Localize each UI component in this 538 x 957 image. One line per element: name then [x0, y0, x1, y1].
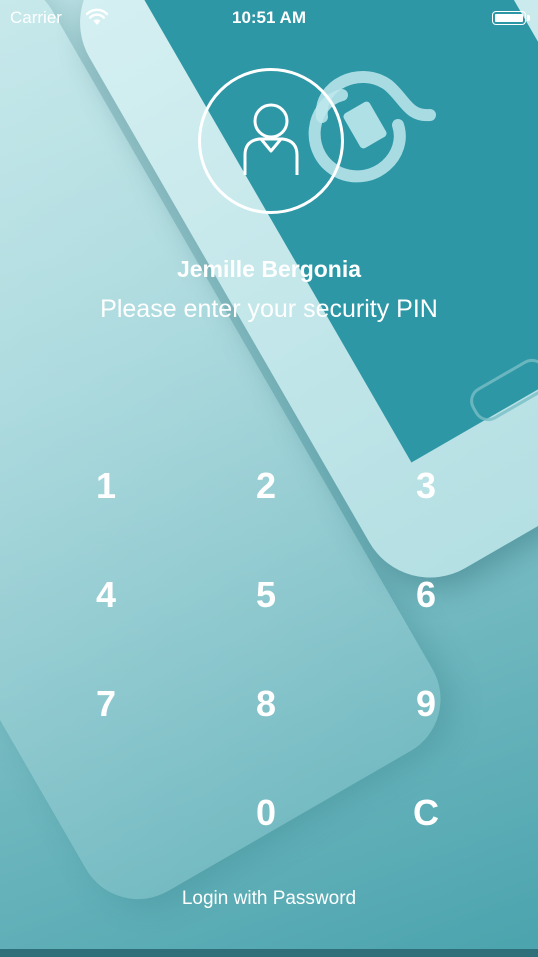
keypad-clear-button[interactable]: C: [376, 773, 476, 853]
status-bar: Carrier 10:51 AM: [0, 0, 538, 40]
keypad-key-3[interactable]: 3: [376, 446, 476, 526]
battery-tip: [527, 15, 530, 21]
keypad-key-1[interactable]: 1: [56, 446, 156, 526]
background-home-button: [464, 353, 538, 427]
login-with-password-link[interactable]: Login with Password: [0, 888, 538, 910]
keypad-key-0[interactable]: 0: [216, 773, 316, 853]
keypad-key-9[interactable]: 9: [376, 664, 476, 744]
pin-login-screen: Carrier 10:51 AM Jemille Bergonia Please…: [0, 0, 538, 957]
user-name: Jemille Bergonia: [176, 256, 362, 282]
status-time: 10:51 AM: [231, 8, 306, 27]
bottom-edge: [0, 949, 538, 957]
keypad-key-7[interactable]: 7: [56, 664, 156, 744]
battery-full-icon: [492, 11, 526, 25]
background-phone-screen: [131, 0, 538, 463]
keypad-key-5[interactable]: 5: [216, 555, 316, 635]
keypad-key-8[interactable]: 8: [216, 664, 316, 744]
keypad-key-6[interactable]: 6: [376, 555, 476, 635]
pin-prompt: Please enter your security PIN: [100, 295, 438, 323]
user-avatar-icon: [198, 68, 344, 214]
keypad-key-4[interactable]: 4: [56, 555, 156, 635]
keypad-key-2[interactable]: 2: [216, 446, 316, 526]
